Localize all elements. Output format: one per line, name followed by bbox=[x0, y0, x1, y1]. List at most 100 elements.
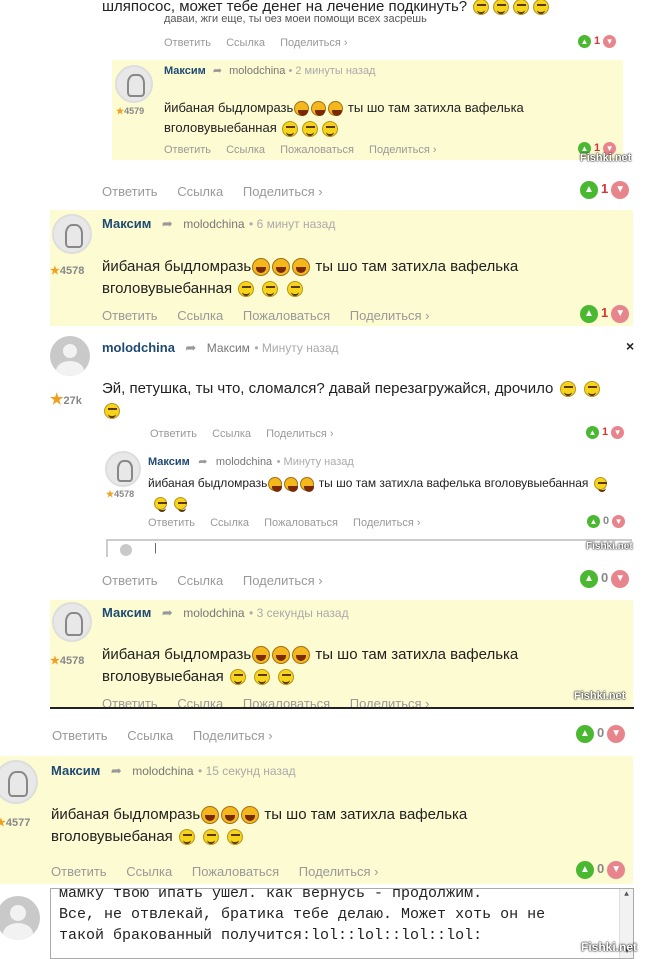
share-link[interactable]: Поделиться › bbox=[350, 308, 430, 323]
thumb-down-icon[interactable]: ▼ bbox=[611, 305, 630, 323]
comment-header: Максим ➦ molodchina • 15 секунд назад bbox=[51, 762, 296, 780]
thumb-up-icon[interactable]: ▲ bbox=[587, 515, 600, 528]
author-name[interactable]: Максим bbox=[51, 763, 100, 778]
share-link[interactable]: Поделиться › bbox=[266, 428, 333, 440]
input-cursor: | bbox=[154, 542, 157, 554]
comment-maksim-3: ★4578 Максим ➦ molodchina • 3 секунды на… bbox=[50, 600, 633, 708]
timestamp: • 3 секунды назад bbox=[249, 606, 349, 620]
reply-to-name[interactable]: molodchina bbox=[216, 456, 272, 468]
vote-widget: ▲ 0 ▼ bbox=[580, 570, 630, 588]
complain-link[interactable]: Пожаловаться bbox=[192, 864, 279, 879]
user-rating: ★4578 bbox=[50, 265, 85, 277]
vote-widget: ▲ 0 ▼ bbox=[576, 861, 626, 879]
thumb-down-icon[interactable]: ▼ bbox=[603, 35, 617, 48]
thumb-down-icon[interactable]: ▼ bbox=[607, 861, 626, 879]
reply-link[interactable]: Ответить bbox=[148, 517, 195, 529]
reply-textarea[interactable]: мамку твою ипать ушел. как вернусь - про… bbox=[50, 888, 634, 959]
smile-icon bbox=[238, 281, 255, 298]
link-link[interactable]: Ссылка bbox=[210, 517, 249, 529]
laugh-icon bbox=[311, 101, 327, 117]
star-icon: ★ bbox=[50, 265, 60, 277]
comment-maksim-nested: ★4578 Максим ➦ molodchina • Минуту назад… bbox=[102, 447, 632, 557]
link-link[interactable]: Ссылка bbox=[226, 37, 265, 49]
smile-icon bbox=[227, 829, 244, 846]
reply-link[interactable]: Ответить bbox=[150, 428, 197, 440]
link-link[interactable]: Ссылка bbox=[177, 573, 223, 588]
comment-text-cut: давай, жги ещё, ты без моей помощи всех … bbox=[164, 16, 427, 24]
reply-link[interactable]: Ответить bbox=[102, 184, 158, 199]
reply-link[interactable]: Ответить bbox=[164, 37, 211, 49]
link-link[interactable]: Ссылка bbox=[177, 184, 223, 199]
comment-actions: Ответить Ссылка Поделиться › bbox=[150, 428, 346, 440]
author-name[interactable]: Максим bbox=[148, 456, 190, 468]
comment-maksim-1: ★4579 Максим ➦ molodchina • 2 минуты наз… bbox=[112, 60, 623, 160]
link-link[interactable]: Ссылка bbox=[126, 864, 172, 879]
reply-link[interactable]: Ответить bbox=[51, 864, 107, 879]
complain-link[interactable]: Пожаловаться bbox=[264, 517, 338, 529]
link-link[interactable]: Ссылка bbox=[212, 428, 251, 440]
link-link[interactable]: Ссылка bbox=[127, 728, 173, 743]
complain-link[interactable]: Пожаловаться bbox=[243, 308, 330, 323]
watermark: Fishki.net bbox=[574, 690, 626, 702]
comment-actions: Ответить Ссылка Пожаловаться Поделиться … bbox=[102, 308, 446, 323]
author-name[interactable]: Максим bbox=[102, 605, 151, 620]
avatar bbox=[52, 214, 92, 254]
share-link[interactable]: Поделиться › bbox=[243, 184, 323, 199]
reply-link[interactable]: Ответить bbox=[52, 728, 108, 743]
reply-to-name[interactable]: molodchina bbox=[183, 217, 244, 231]
reply-to-name[interactable]: molodchina bbox=[229, 65, 285, 77]
complain-link[interactable]: Пожаловаться bbox=[280, 144, 354, 156]
comment-actions: Ответить Ссылка Пожаловаться Поделиться … bbox=[148, 517, 433, 529]
reply-link[interactable]: Ответить bbox=[102, 308, 158, 323]
thumb-up-icon[interactable]: ▲ bbox=[580, 305, 598, 323]
comment-text: Эй, петушка, ты что, сломался? давай пер… bbox=[102, 378, 632, 422]
reply-link[interactable]: Ответить bbox=[102, 573, 158, 588]
thumb-up-icon[interactable]: ▲ bbox=[576, 861, 594, 879]
star-icon: ★ bbox=[50, 655, 60, 667]
smile-icon bbox=[322, 120, 339, 137]
thumb-up-icon[interactable]: ▲ bbox=[578, 35, 591, 48]
share-link[interactable]: Поделиться › bbox=[299, 864, 379, 879]
link-link[interactable]: Ссылка bbox=[177, 308, 223, 323]
thumb-down-icon[interactable]: ▼ bbox=[611, 570, 630, 588]
comment-maksim-4: ★4577 Максим ➦ molodchina • 15 секунд на… bbox=[0, 756, 633, 884]
share-link[interactable]: Поделиться › bbox=[353, 517, 420, 529]
thumb-down-icon[interactable]: ▼ bbox=[611, 181, 630, 199]
author-name[interactable]: Максим bbox=[102, 216, 151, 231]
smile-icon bbox=[473, 0, 490, 16]
smile-icon bbox=[262, 281, 279, 298]
comment-header: molodchina ➦ Максим • Минуту назад bbox=[102, 339, 339, 357]
share-link[interactable]: Поделиться › bbox=[243, 573, 323, 588]
author-name[interactable]: molodchina bbox=[102, 340, 175, 355]
reply-to-name[interactable]: Максим bbox=[207, 341, 250, 355]
star-icon: ★ bbox=[50, 391, 64, 408]
share-link[interactable]: Поделиться › bbox=[193, 728, 273, 743]
thumb-up-icon[interactable]: ▲ bbox=[576, 725, 594, 743]
laugh-icon bbox=[292, 646, 311, 665]
reply-input[interactable]: | bbox=[106, 539, 632, 557]
laugh-icon bbox=[272, 258, 291, 277]
thumb-up-icon[interactable]: ▲ bbox=[586, 426, 599, 439]
reply-link[interactable]: Ответить bbox=[164, 144, 211, 156]
author-name[interactable]: Максим bbox=[164, 65, 206, 77]
laugh-icon bbox=[241, 806, 260, 825]
divider bbox=[50, 707, 634, 709]
thumb-up-icon[interactable]: ▲ bbox=[580, 181, 598, 199]
smile-icon bbox=[593, 477, 607, 493]
thumb-down-icon[interactable]: ▼ bbox=[611, 426, 625, 439]
vote-widget: ▲ 1 ▼ bbox=[580, 305, 630, 323]
share-link[interactable]: Поделиться › bbox=[369, 144, 436, 156]
reply-to-name[interactable]: molodchina bbox=[183, 606, 244, 620]
vote-widget: ▲ 0 ▼ bbox=[576, 725, 626, 743]
thumb-up-icon[interactable]: ▲ bbox=[580, 570, 598, 588]
close-icon[interactable]: × bbox=[626, 338, 634, 354]
reply-to-name[interactable]: molodchina bbox=[132, 764, 193, 778]
reply-arrow-icon: ➦ bbox=[161, 216, 173, 231]
comment-text: йибаная быдломразь ты шо там затихла ваф… bbox=[51, 806, 468, 846]
thumb-down-icon[interactable]: ▼ bbox=[612, 515, 626, 528]
share-link[interactable]: Поделиться › bbox=[280, 37, 347, 49]
comment-header: Максим ➦ molodchina • 3 секунды назад bbox=[102, 604, 349, 622]
thumb-down-icon[interactable]: ▼ bbox=[607, 725, 626, 743]
link-link[interactable]: Ссылка bbox=[226, 144, 265, 156]
comment-actions: Ответить Ссылка Поделиться › bbox=[52, 728, 289, 743]
